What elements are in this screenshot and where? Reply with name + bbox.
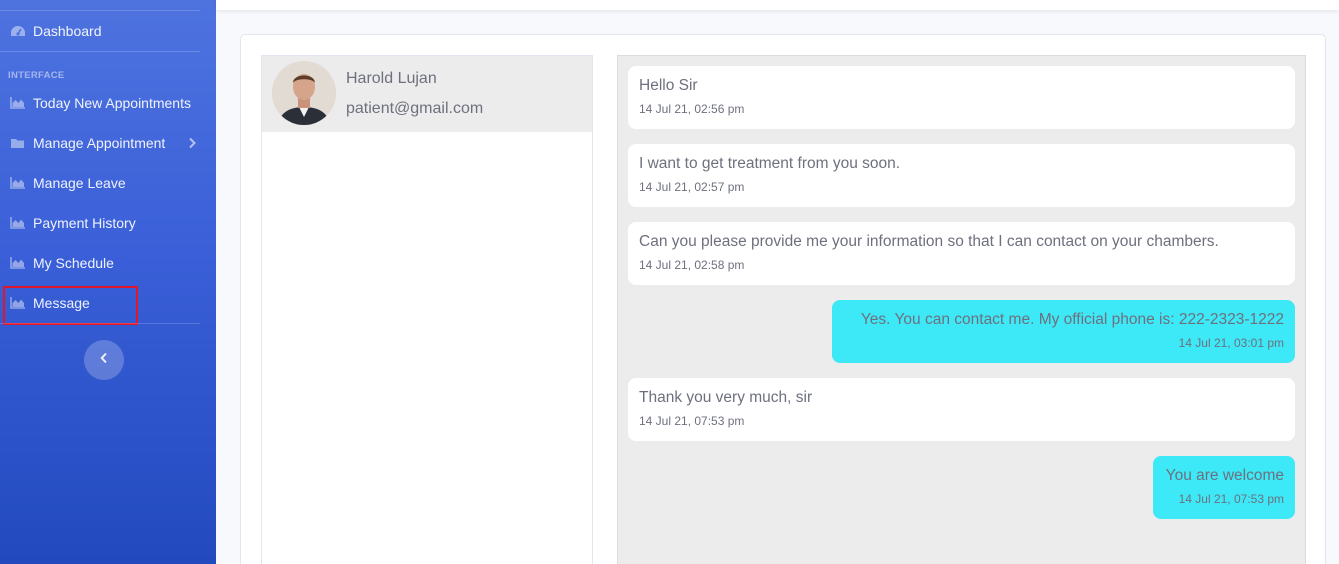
sidebar-item-manage-appointment[interactable]: Manage Appointment — [0, 125, 200, 161]
sidebar-item-payment-history[interactable]: Payment History — [0, 205, 200, 241]
tachometer-icon — [9, 24, 26, 38]
chart-area-icon — [9, 96, 26, 110]
chart-area-icon — [9, 296, 26, 310]
message-text: Can you please provide me your informati… — [639, 233, 1219, 250]
sidebar-heading: INTERFACE — [8, 70, 65, 81]
message-outgoing: Yes. You can contact me. My official pho… — [832, 300, 1295, 363]
sidebar: Dashboard INTERFACE Today New Appointmen… — [0, 0, 216, 564]
sidebar-item-label: Payment History — [33, 215, 136, 231]
sidebar-item-label: Manage Appointment — [33, 135, 166, 151]
sidebar-item-label: Today New Appointments — [33, 95, 191, 111]
message-text: Thank you very much, sir — [639, 389, 813, 406]
avatar — [272, 61, 336, 125]
contact-list: Harold Lujan patient@gmail.com — [261, 55, 593, 564]
message-timestamp: 14 Jul 21, 02:57 pm — [639, 180, 745, 194]
message-incoming: Hello Sir 14 Jul 21, 02:56 pm — [628, 66, 1295, 129]
folder-icon — [9, 136, 26, 150]
sidebar-item-label: My Schedule — [33, 255, 114, 271]
message-text: I want to get treatment from you soon. — [639, 155, 901, 172]
chevron-left-icon — [100, 351, 108, 369]
message-timestamp: 14 Jul 21, 02:56 pm — [639, 102, 745, 116]
sidebar-divider — [0, 323, 200, 324]
chart-area-icon — [9, 216, 26, 230]
topbar — [216, 0, 1339, 10]
sidebar-item-my-schedule[interactable]: My Schedule — [0, 245, 200, 281]
message-incoming: Can you please provide me your informati… — [628, 222, 1295, 285]
sidebar-item-message[interactable]: Message — [0, 285, 200, 321]
sidebar-item-dashboard[interactable]: Dashboard — [0, 13, 200, 49]
contact-item[interactable]: Harold Lujan patient@gmail.com — [262, 56, 592, 132]
sidebar-divider — [0, 10, 200, 11]
sidebar-item-manage-leave[interactable]: Manage Leave — [0, 165, 200, 201]
message-incoming: I want to get treatment from you soon. 1… — [628, 144, 1295, 207]
message-timestamp: 14 Jul 21, 07:53 pm — [1178, 492, 1284, 506]
sidebar-toggle-button[interactable] — [84, 340, 124, 380]
chevron-right-icon — [188, 136, 196, 152]
message-timestamp: 14 Jul 21, 03:01 pm — [1178, 336, 1284, 350]
sidebar-item-label: Message — [33, 295, 90, 311]
message-outgoing: You are welcome 14 Jul 21, 07:53 pm — [1153, 456, 1295, 519]
message-incoming: Thank you very much, sir 14 Jul 21, 07:5… — [628, 378, 1295, 441]
chart-area-icon — [9, 176, 26, 190]
sidebar-item-label: Dashboard — [33, 23, 102, 39]
sidebar-item-label: Manage Leave — [33, 175, 126, 191]
sidebar-divider — [0, 51, 200, 52]
sidebar-item-today-new-appointments[interactable]: Today New Appointments — [0, 85, 200, 121]
contact-name: Harold Lujan — [346, 70, 437, 87]
message-text: You are welcome — [1165, 467, 1284, 484]
message-text: Hello Sir — [639, 77, 698, 94]
message-timestamp: 14 Jul 21, 07:53 pm — [639, 414, 745, 428]
chat-panel: Hello Sir 14 Jul 21, 02:56 pm I want to … — [617, 55, 1306, 564]
chart-area-icon — [9, 256, 26, 270]
message-timestamp: 14 Jul 21, 02:58 pm — [639, 258, 745, 272]
contact-email: patient@gmail.com — [346, 100, 484, 117]
message-text: Yes. You can contact me. My official pho… — [860, 311, 1284, 328]
